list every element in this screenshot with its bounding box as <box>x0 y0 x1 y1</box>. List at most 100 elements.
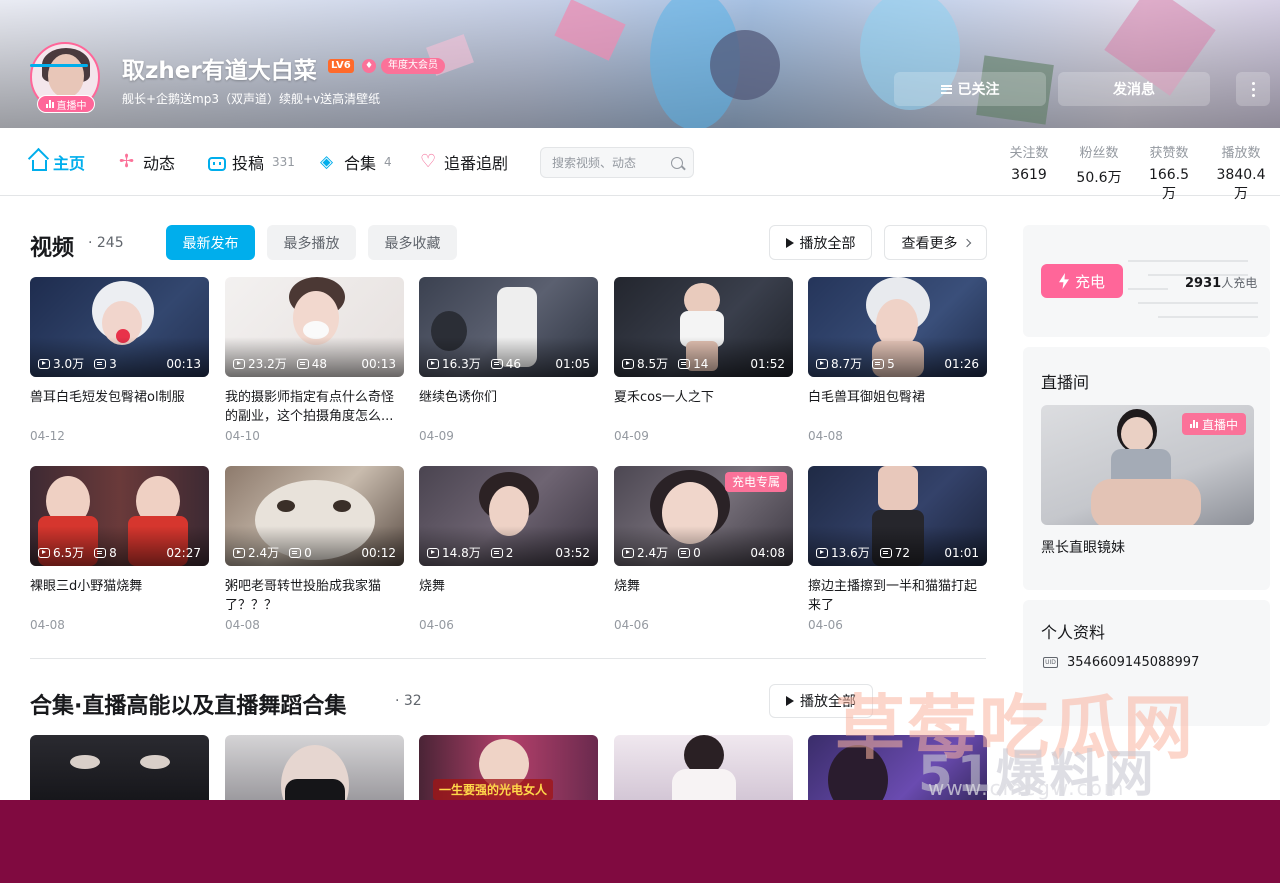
stat-followers[interactable]: 粉丝数 50.6万 <box>1075 142 1123 187</box>
video-date: 04-06 <box>419 618 454 632</box>
play-count-icon <box>427 358 439 369</box>
heart-icon: ♡ <box>420 151 437 172</box>
charge-exclusive-badge: 充电专属 <box>724 472 787 492</box>
video-thumbnail[interactable]: 8.7万 5 01:26 <box>808 277 987 377</box>
space-search-input[interactable]: 搜索视频、动态 <box>540 147 694 178</box>
video-card[interactable]: 2.4万 0 00:12 粥吧老哥转世投胎成我家猫了？？？ 04-08 <box>225 466 404 632</box>
play-all-button[interactable]: 播放全部 <box>769 225 872 260</box>
message-button[interactable]: 发消息 <box>1058 72 1210 106</box>
danmaku-icon <box>296 358 309 369</box>
stat-likes: 获赞数 166.5万 <box>1148 146 1190 202</box>
play-count-icon <box>233 547 245 558</box>
video-title[interactable]: 烧舞 <box>419 577 598 615</box>
video-date: 04-08 <box>808 429 843 443</box>
tab-dynamic[interactable]: ✢ 动态 <box>119 150 175 174</box>
video-title[interactable]: 粥吧老哥转世投胎成我家猫了？？？ <box>225 577 404 615</box>
live-room-name[interactable]: 黑长直眼镜妹 <box>1041 537 1125 557</box>
video-card[interactable]: 充电专属 2.4万 0 04:08 烧舞 04-06 <box>614 466 793 632</box>
danmaku-icon <box>94 547 107 558</box>
tab-home[interactable]: 主页 <box>32 150 85 174</box>
user-name: 取zher有道大白菜 <box>122 58 317 84</box>
video-thumbnail[interactable]: 8.5万 14 01:52 <box>614 277 793 377</box>
more-options-button[interactable] <box>1236 72 1270 106</box>
video-card[interactable]: 3.0万 3 00:13 兽耳白毛短发包臀裙ol制服 04-12 <box>30 277 209 443</box>
video-card[interactable]: 14.8万 2 03:52 烧舞 04-06 <box>419 466 598 632</box>
video-card[interactable]: 13.6万 72 01:01 擦边主播擦到一半和猫猫打起来了 04-06 <box>808 466 987 632</box>
sort-most-played[interactable]: 最多播放 <box>267 225 356 260</box>
danmaku-icon <box>289 547 302 558</box>
video-thumbnail[interactable]: 2.4万 0 00:12 <box>225 466 404 566</box>
layers-icon: ◈ <box>320 152 334 172</box>
video-thumbnail[interactable]: 14.8万 2 03:52 <box>419 466 598 566</box>
video-title[interactable]: 擦边主播擦到一半和猫猫打起来了 <box>808 577 987 615</box>
tab-uploads[interactable]: 投稿 331 <box>208 150 295 174</box>
play-count-icon <box>38 358 50 369</box>
follow-button[interactable]: 已关注 <box>894 72 1046 106</box>
video-thumbnail[interactable]: 6.5万 8 02:27 <box>30 466 209 566</box>
live-badge: 直播中 <box>1181 413 1246 435</box>
live-bars-icon <box>1189 420 1198 428</box>
video-date: 04-10 <box>225 429 260 443</box>
play-icon <box>785 237 794 248</box>
charge-count: 2931人充电 <box>1185 276 1258 291</box>
live-room-thumbnail[interactable]: 直播中 <box>1041 405 1254 525</box>
video-date: 04-08 <box>30 618 65 632</box>
search-icon[interactable] <box>671 156 683 169</box>
video-title[interactable]: 裸眼三d小野猫烧舞 <box>30 577 209 615</box>
collection-title[interactable]: 合集·直播高能以及直播舞蹈合集 <box>30 688 346 720</box>
tab-bangumi[interactable]: ♡ 追番追剧 <box>420 150 508 174</box>
play-count-icon <box>622 547 634 558</box>
sort-most-favorited[interactable]: 最多收藏 <box>368 225 457 260</box>
video-title[interactable]: 我的摄影师指定有点什么奇怪的副业，这个拍摄角度怎么... <box>225 388 404 426</box>
video-date: 04-06 <box>808 618 843 632</box>
video-date: 04-09 <box>419 429 454 443</box>
video-title[interactable]: 夏禾cos一人之下 <box>614 388 793 426</box>
videos-section-title: 视频 <box>30 236 75 261</box>
live-status-badge[interactable]: 直播中 <box>37 95 95 113</box>
play-count-icon <box>816 358 828 369</box>
video-thumbnail[interactable]: 16.3万 46 01:05 <box>419 277 598 377</box>
lightning-icon <box>1058 273 1069 289</box>
play-count-icon <box>427 547 439 558</box>
video-card[interactable]: 23.2万 48 00:13 我的摄影师指定有点什么奇怪的副业，这个拍摄角度怎么..… <box>225 277 404 443</box>
video-card[interactable]: 6.5万 8 02:27 裸眼三d小野猫烧舞 04-08 <box>30 466 209 632</box>
danmaku-icon <box>94 358 107 369</box>
video-thumbnail[interactable]: 13.6万 72 01:01 <box>808 466 987 566</box>
danmaku-icon <box>678 547 691 558</box>
collection-thumb-caption: 一生要强的光电女人 <box>433 779 554 800</box>
level-badge: LV6 <box>328 59 354 73</box>
live-bars-icon <box>45 100 54 108</box>
user-signature: 舰长+企鹅送mp3（双声道）续舰+v送高清壁纸 <box>122 92 381 106</box>
sort-latest[interactable]: 最新发布 <box>166 225 255 260</box>
collection-count: · 32 <box>395 693 422 709</box>
play-count-icon <box>816 547 828 558</box>
stat-following[interactable]: 关注数 3619 <box>1009 142 1049 183</box>
vip-icon: ♦ <box>362 59 376 73</box>
video-card[interactable]: 16.3万 46 01:05 继续色诱你们 04-09 <box>419 277 598 443</box>
danmaku-icon <box>872 358 885 369</box>
tv-icon <box>208 156 226 171</box>
tab-collections[interactable]: ◈ 合集 4 <box>320 150 392 174</box>
vip-badge[interactable]: 年度大会员 <box>381 58 445 74</box>
video-thumbnail[interactable]: 3.0万 3 00:13 <box>30 277 209 377</box>
bottom-overlay-bar <box>0 800 1280 883</box>
live-room-heading: 直播间 <box>1041 373 1090 392</box>
play-icon <box>786 696 794 706</box>
video-thumbnail[interactable]: 充电专属 2.4万 0 04:08 <box>614 466 793 566</box>
danmaku-icon <box>490 547 503 558</box>
video-card[interactable]: 8.7万 5 01:26 白毛兽耳御姐包臀裙 04-08 <box>808 277 987 443</box>
danmaku-icon <box>490 358 503 369</box>
video-card[interactable]: 8.5万 14 01:52 夏禾cos一人之下 04-09 <box>614 277 793 443</box>
video-title[interactable]: 白毛兽耳御姐包臀裙 <box>808 388 987 426</box>
video-title[interactable]: 继续色诱你们 <box>419 388 598 426</box>
play-count-icon <box>622 358 634 369</box>
video-thumbnail[interactable]: 23.2万 48 00:13 <box>225 277 404 377</box>
menu-icon <box>940 84 952 94</box>
video-title[interactable]: 兽耳白毛短发包臀裙ol制服 <box>30 388 209 426</box>
charge-button[interactable]: 充电 <box>1041 264 1123 298</box>
video-title[interactable]: 烧舞 <box>614 577 793 615</box>
danmaku-icon <box>678 358 691 369</box>
see-more-button[interactable]: 查看更多 <box>884 225 987 260</box>
chevron-right-icon <box>962 238 971 247</box>
video-date: 04-12 <box>30 429 65 443</box>
